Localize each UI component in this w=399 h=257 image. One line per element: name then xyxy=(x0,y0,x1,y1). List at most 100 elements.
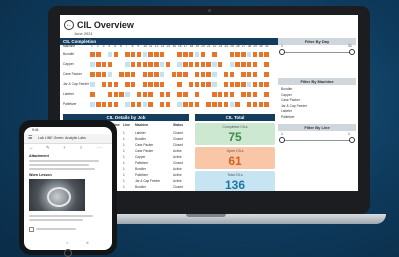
completion-cell[interactable] xyxy=(102,61,107,67)
completion-cell[interactable] xyxy=(241,71,246,77)
completion-cell[interactable] xyxy=(177,81,182,87)
completion-cell[interactable] xyxy=(136,61,142,67)
completion-cell[interactable] xyxy=(160,61,165,67)
completion-cell[interactable] xyxy=(171,61,176,67)
completion-cell[interactable] xyxy=(212,91,217,97)
menu-icon[interactable]: ☰ xyxy=(28,135,32,141)
machine-filter-item[interactable]: Labeler xyxy=(281,109,292,113)
completion-cell[interactable] xyxy=(223,81,229,87)
machine-filter-item[interactable]: Bundler xyxy=(281,87,292,91)
completion-cell[interactable] xyxy=(206,61,211,67)
col-status[interactable]: Status xyxy=(173,123,183,127)
completion-cell[interactable] xyxy=(96,91,101,97)
completion-cell[interactable] xyxy=(218,81,223,87)
completion-cell[interactable] xyxy=(113,101,118,107)
back-icon[interactable]: ← xyxy=(29,145,34,150)
completion-cell[interactable] xyxy=(177,71,182,77)
completion-cell[interactable] xyxy=(131,61,136,67)
completion-cell[interactable] xyxy=(102,81,107,87)
completion-cell[interactable] xyxy=(264,61,269,67)
completion-cell[interactable] xyxy=(148,51,153,57)
checkbox[interactable] xyxy=(29,227,34,232)
completion-cell[interactable] xyxy=(229,81,234,87)
completion-cell[interactable] xyxy=(229,91,234,97)
completion-cell[interactable] xyxy=(90,91,95,97)
completion-cell[interactable] xyxy=(183,71,188,77)
completion-cell[interactable] xyxy=(96,71,101,77)
completion-cell[interactable] xyxy=(194,61,200,67)
completion-cell[interactable] xyxy=(264,91,269,97)
completion-cell[interactable] xyxy=(252,61,258,67)
filter-icon[interactable]: ▿ xyxy=(80,145,82,151)
completion-cell[interactable] xyxy=(142,71,147,77)
completion-cell[interactable] xyxy=(160,51,165,57)
completion-cell[interactable] xyxy=(113,71,118,77)
completion-cell[interactable] xyxy=(258,101,263,107)
completion-cell[interactable] xyxy=(235,101,240,107)
completion-cell[interactable] xyxy=(247,101,252,107)
completion-cell[interactable] xyxy=(252,81,258,87)
completion-cell[interactable] xyxy=(119,91,124,97)
completion-cell[interactable] xyxy=(107,91,113,97)
completion-cell[interactable] xyxy=(102,101,107,107)
completion-cell[interactable] xyxy=(223,61,229,67)
completion-cell[interactable] xyxy=(90,81,95,87)
completion-cell[interactable] xyxy=(96,51,101,57)
completion-cell[interactable] xyxy=(241,51,246,57)
completion-cell[interactable] xyxy=(125,101,130,107)
completion-cell[interactable] xyxy=(241,101,246,107)
completion-cell[interactable] xyxy=(119,51,124,57)
completion-cell[interactable] xyxy=(183,101,188,107)
completion-cell[interactable] xyxy=(194,91,200,97)
line-slider-track[interactable] xyxy=(282,140,352,141)
completion-cell[interactable] xyxy=(90,61,95,67)
completion-cell[interactable] xyxy=(165,81,171,87)
completion-cell[interactable] xyxy=(148,61,153,67)
completion-cell[interactable] xyxy=(113,81,118,87)
completion-cell[interactable] xyxy=(90,71,95,77)
completion-cell[interactable] xyxy=(90,101,95,107)
completion-cell[interactable] xyxy=(96,61,101,67)
completion-cell[interactable] xyxy=(142,101,147,107)
completion-cell[interactable] xyxy=(200,91,205,97)
completion-cell[interactable] xyxy=(119,81,124,87)
completion-cell[interactable] xyxy=(194,51,200,57)
day-slider-min-handle[interactable] xyxy=(279,49,285,55)
completion-cell[interactable] xyxy=(171,101,176,107)
completion-cell[interactable] xyxy=(206,71,211,77)
completion-cell[interactable] xyxy=(125,51,130,57)
completion-cell[interactable] xyxy=(177,61,182,67)
completion-cell[interactable] xyxy=(148,71,153,77)
completion-cell[interactable] xyxy=(113,51,118,57)
completion-cell[interactable] xyxy=(131,71,136,77)
completion-cell[interactable] xyxy=(113,91,118,97)
completion-cell[interactable] xyxy=(200,71,205,77)
completion-cell[interactable] xyxy=(189,81,194,87)
day-slider-max-handle[interactable] xyxy=(349,49,355,55)
add-icon[interactable]: + xyxy=(63,145,66,150)
completion-cell[interactable] xyxy=(142,81,147,87)
completion-cell[interactable] xyxy=(183,61,188,67)
completion-cell[interactable] xyxy=(160,101,165,107)
completion-cell[interactable] xyxy=(102,91,107,97)
completion-cell[interactable] xyxy=(223,101,229,107)
day-slider-track[interactable] xyxy=(282,52,352,53)
completion-cell[interactable] xyxy=(229,61,234,67)
completion-cell[interactable] xyxy=(218,51,223,57)
completion-cell[interactable] xyxy=(125,91,130,97)
completion-cell[interactable] xyxy=(154,81,159,87)
completion-cell[interactable] xyxy=(154,71,159,77)
close-icon[interactable]: ✕ xyxy=(86,241,94,246)
completion-cell[interactable] xyxy=(119,71,124,77)
completion-cell[interactable] xyxy=(148,81,153,87)
completion-cell[interactable] xyxy=(125,61,130,67)
completion-cell[interactable] xyxy=(241,61,246,67)
completion-cell[interactable] xyxy=(229,71,234,77)
line-slider-max-handle[interactable] xyxy=(349,137,355,143)
completion-cell[interactable] xyxy=(206,101,211,107)
completion-cell[interactable] xyxy=(160,71,165,77)
completion-cell[interactable] xyxy=(177,91,182,97)
completion-cell[interactable] xyxy=(131,81,136,87)
completion-cell[interactable] xyxy=(119,101,124,107)
completion-cell[interactable] xyxy=(252,101,258,107)
